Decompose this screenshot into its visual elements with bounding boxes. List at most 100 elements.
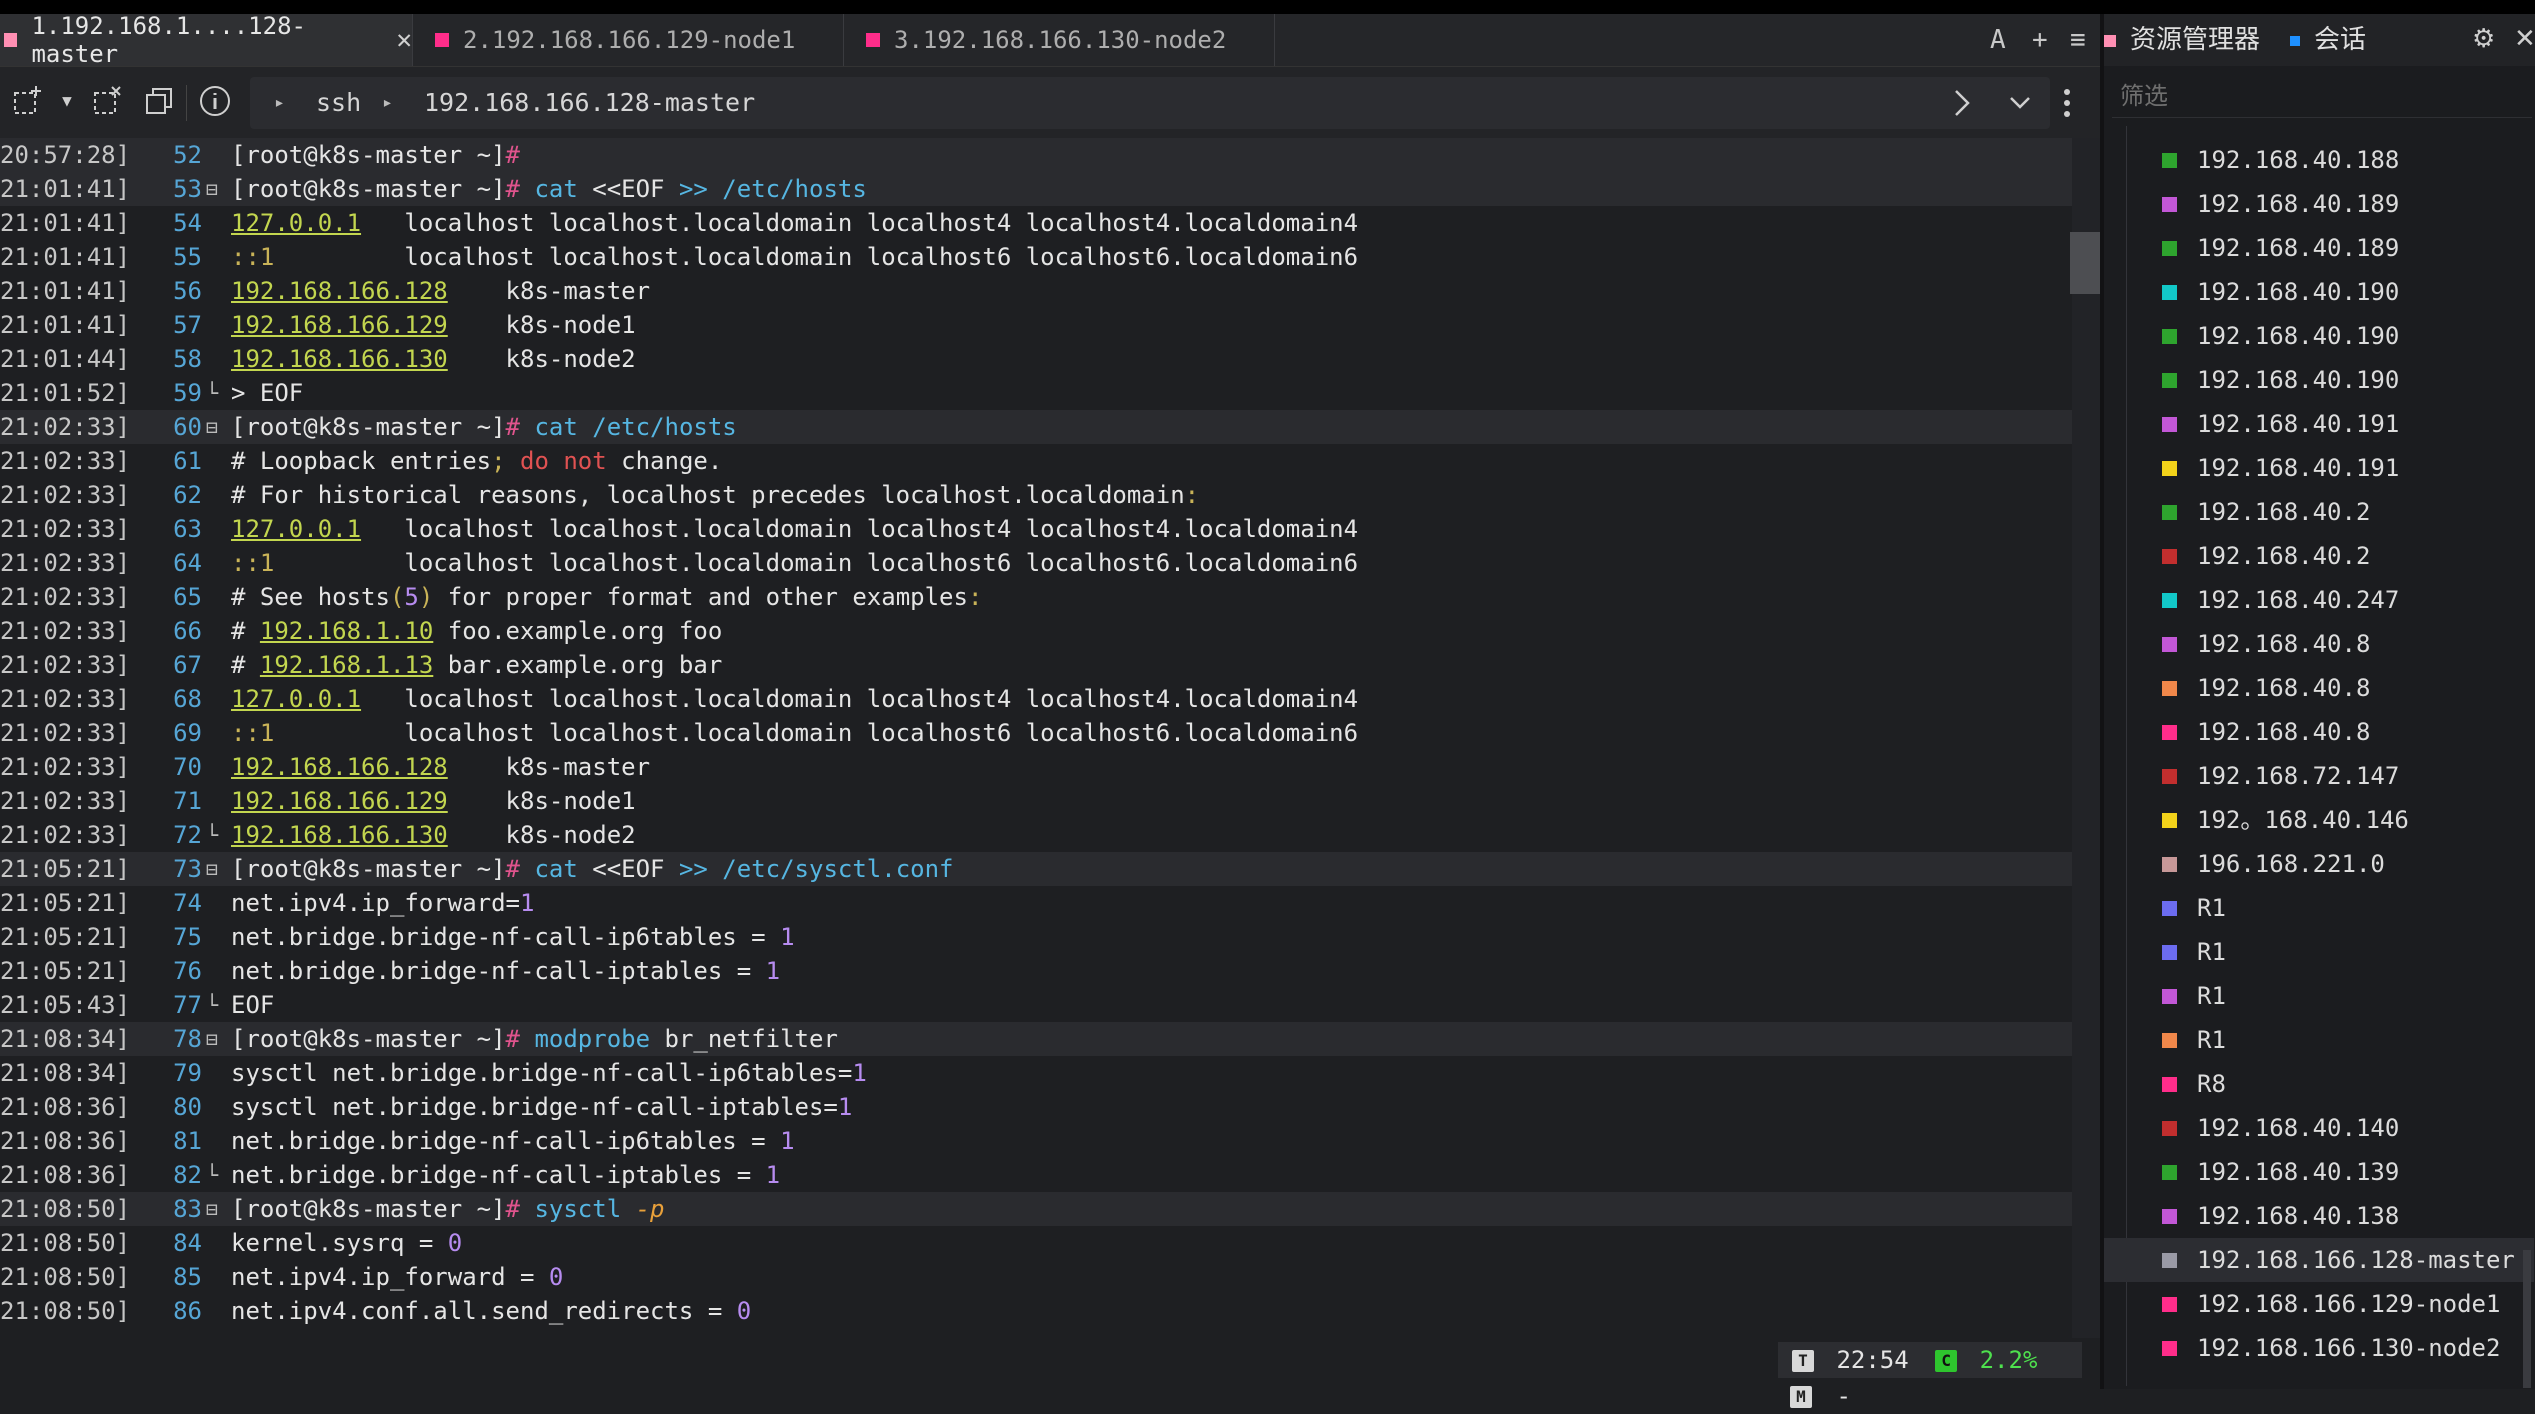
session-list-item[interactable]: 192.168.40.190 [2104, 270, 2534, 314]
line-segment: ::1 [231, 719, 275, 747]
line-segment: cat [520, 175, 593, 203]
session-list-item[interactable]: 192。168.40.146 [2104, 798, 2534, 842]
line-number: 75 [173, 923, 202, 951]
new-session-icon[interactable] [10, 84, 44, 118]
line-segment: sysctl [520, 1195, 636, 1223]
session-list-item[interactable]: 192.168.40.8 [2104, 710, 2534, 754]
session-color-icon [2162, 153, 2177, 168]
terminal-line: 21:02:33] 68 127.0.0.1 localhost localhost… [0, 682, 2072, 716]
line-segment[interactable]: 192.168.1.10 [260, 617, 433, 645]
terminal-line: 21:01:41] 53 ⊟ [root@k8s-master ~]# cat <<E… [0, 172, 2072, 206]
session-list-item[interactable]: 192.168.40.191 [2104, 402, 2534, 446]
line-segment: [root@k8s-master ~] [231, 413, 506, 441]
session-list-item[interactable]: 192.168.40.8 [2104, 622, 2534, 666]
breadcrumb-protocol[interactable]: ssh [316, 77, 361, 129]
collapse-icon[interactable]: ⊟ [206, 852, 226, 886]
session-list-item[interactable]: 192.168.40.189 [2104, 226, 2534, 270]
session-list-item[interactable]: 192.168.40.188 [2104, 138, 2534, 182]
line-text: kernel.sysrq = 0 [231, 1226, 462, 1260]
session-list-item[interactable]: 192.168.40.190 [2104, 314, 2534, 358]
duplicate-session-icon[interactable] [90, 84, 124, 118]
collapse-icon[interactable]: ⊟ [206, 172, 226, 206]
tab-master[interactable]: 1.192.168.1....128-master ✕ [0, 12, 412, 68]
session-list-item[interactable]: 192.168.166.130-node2 [2104, 1326, 2534, 1370]
tab-color-marker [2290, 35, 2300, 46]
session-list-item[interactable]: 192.168.40.140 [2104, 1106, 2534, 1150]
line-segment[interactable]: 192.168.166.130 [231, 345, 448, 373]
session-list-item[interactable]: R1 [2104, 1018, 2534, 1062]
info-icon[interactable] [198, 84, 232, 118]
session-list-item[interactable]: 192.168.40.2 [2104, 534, 2534, 578]
session-list-item[interactable]: 192.168.72.147 [2104, 754, 2534, 798]
breadcrumb-host[interactable]: 192.168.166.128-master [424, 77, 755, 129]
more-options-icon[interactable] [2060, 87, 2074, 119]
session-list-item[interactable]: 192.168.40.2 [2104, 490, 2534, 534]
line-segment[interactable]: 127.0.0.1 [231, 685, 361, 713]
chevron-right-icon[interactable] [1950, 89, 1974, 117]
line-text: 127.0.0.1 localhost localhost.localdomai… [231, 682, 1358, 716]
terminal-output[interactable]: 20:57:28] 52 [root@k8s-master ~]# 21:01:41]… [0, 138, 2072, 1338]
session-list-item[interactable]: R8 [2104, 1062, 2534, 1106]
tab-explorer[interactable]: 资源管理器 [2104, 14, 2260, 66]
session-list-item[interactable]: 192.168.40.189 [2104, 182, 2534, 226]
line-segment[interactable]: 192.168.166.129 [231, 787, 448, 815]
filter-input[interactable]: 筛选 [2112, 74, 2532, 118]
session-list-item[interactable]: 192.168.40.138 [2104, 1194, 2534, 1238]
copy-session-icon[interactable] [142, 84, 176, 118]
line-segment: << [592, 175, 622, 203]
collapse-icon[interactable]: ⊟ [206, 1022, 226, 1056]
line-segment[interactable]: 192.168.1.13 [260, 651, 433, 679]
session-list-item[interactable]: R1 [2104, 930, 2534, 974]
line-number: 64 [173, 549, 202, 577]
line-segment[interactable]: 127.0.0.1 [231, 515, 361, 543]
line-segment: # [505, 1195, 520, 1223]
session-list-item[interactable]: 192.168.40.139 [2104, 1150, 2534, 1194]
tab-label: 1.192.168.1....128-master [31, 12, 306, 68]
new-tab-icon[interactable]: + [2032, 27, 2048, 53]
line-timestamp: 21:02:33] [0, 447, 131, 475]
line-timestamp: 21:08:50] [0, 1297, 131, 1325]
terminal-line: 21:05:21] 76 net.bridge.bridge-nf-call-ipt… [0, 954, 2072, 988]
session-list-item[interactable]: 192.168.40.8 [2104, 666, 2534, 710]
gear-icon[interactable]: ⚙ [2472, 24, 2495, 54]
chevron-down-icon[interactable]: ▼ [50, 84, 84, 118]
line-segment[interactable]: 192.168.166.128 [231, 753, 448, 781]
collapse-icon[interactable]: ⊟ [206, 410, 226, 444]
line-number: 79 [173, 1059, 202, 1087]
session-list-item[interactable]: 192.168.40.247 [2104, 578, 2534, 622]
session-list-item[interactable]: R1 [2104, 886, 2534, 930]
session-list-item[interactable]: 192.168.166.129-node1 [2104, 1282, 2534, 1326]
line-text: net.bridge.bridge-nf-call-iptables = 1 [231, 954, 780, 988]
session-list-item[interactable]: 192.168.166.128-master [2104, 1238, 2534, 1282]
close-icon[interactable]: ✕ [396, 25, 412, 55]
line-segment[interactable]: 192.168.166.129 [231, 311, 448, 339]
tab-node1[interactable]: 2.192.168.166.129-node1 [413, 14, 843, 66]
session-list-item[interactable]: 192.168.40.190 [2104, 358, 2534, 402]
side-panel-tabs: 资源管理器 会话 ⚙ ✕ [2104, 14, 2535, 66]
terminal-scrollbar-thumb[interactable] [2070, 232, 2102, 294]
font-size-icon[interactable]: A [1990, 27, 2006, 53]
collapse-icon[interactable]: ⊟ [206, 1192, 226, 1226]
line-segment: [root@k8s-master ~] [231, 855, 506, 883]
line-segment[interactable]: 127.0.0.1 [231, 209, 361, 237]
tab-node2[interactable]: 3.192.168.166.130-node2 [844, 14, 1274, 66]
tab-separator [1274, 14, 1275, 66]
terminal-scrollbar[interactable] [2072, 138, 2100, 1338]
tab-session[interactable]: 会话 [2290, 14, 2366, 66]
session-list-item[interactable]: 196.168.221.0 [2104, 842, 2534, 886]
breadcrumb[interactable]: ▸ ssh ▸ 192.168.166.128-master [250, 77, 2050, 129]
close-icon[interactable]: ✕ [2514, 24, 2535, 54]
line-timestamp: 21:02:33] [0, 617, 131, 645]
line-segment[interactable]: 192.168.166.128 [231, 277, 448, 305]
line-text: [root@k8s-master ~]# cat /etc/hosts [231, 410, 737, 444]
session-label: 192.168.40.2 [2197, 498, 2371, 526]
line-text: # 192.168.1.10 foo.example.org foo [231, 614, 722, 648]
tab-menu-icon[interactable]: ≡ [2070, 27, 2086, 53]
line-segment: /etc/hosts [707, 175, 867, 203]
line-segment: net.ipv4.ip_forward = [231, 1263, 549, 1291]
chevron-down-icon[interactable] [2008, 95, 2032, 111]
side-panel-scrollbar[interactable] [2523, 1250, 2531, 1388]
session-list-item[interactable]: 192.168.40.191 [2104, 446, 2534, 490]
session-list-item[interactable]: R1 [2104, 974, 2534, 1018]
line-segment[interactable]: 192.168.166.130 [231, 821, 448, 849]
